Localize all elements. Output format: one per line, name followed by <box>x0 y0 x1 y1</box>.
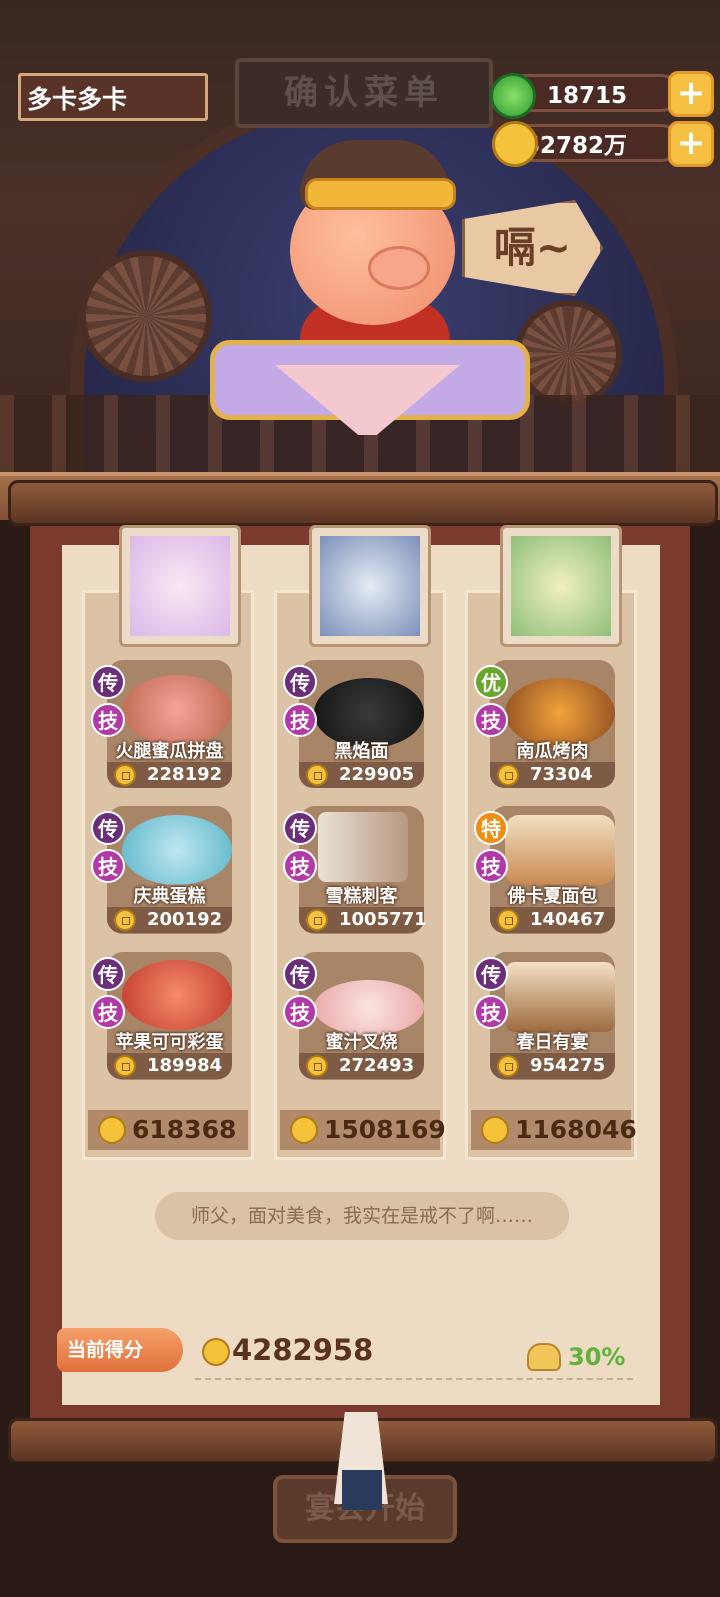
rarity-badge: 传 <box>283 665 317 699</box>
scroll-tassel-cloth <box>342 1470 382 1510</box>
current-score-value: 4282958 <box>232 1333 374 1367</box>
honey-char-siu-image <box>314 980 424 1035</box>
gold-headband <box>305 178 456 210</box>
chef-portrait-3[interactable] <box>503 528 619 644</box>
celebration-cake-image <box>122 815 232 885</box>
dish-name: 雪糕刺客 <box>325 886 398 907</box>
chef-quote-bubble: 师父，面对美食，我实在是戒不了啊…… <box>155 1192 569 1240</box>
skill-badge: 技 <box>283 703 317 737</box>
left-fan-decoration <box>80 250 212 382</box>
player-name-box[interactable]: 多卡多卡 <box>18 73 208 121</box>
right-fan-decoration <box>515 300 622 407</box>
coin-icon <box>306 1055 328 1077</box>
coin-icon <box>306 764 328 786</box>
spring-feast-image <box>505 962 615 1032</box>
rarity-badge: 传 <box>91 957 125 991</box>
rarity-badge: 传 <box>474 957 508 991</box>
dish-name: 黑焰面 <box>334 741 389 762</box>
coin-icon <box>492 121 538 167</box>
bonus-pot-icon <box>527 1343 561 1371</box>
scroll-top-rod <box>8 480 718 526</box>
coin-icon <box>202 1338 230 1366</box>
menu-banner: 确认菜单 <box>235 58 493 128</box>
coin-icon <box>114 764 136 786</box>
coin-icon <box>114 1055 136 1077</box>
coin-icon <box>497 1055 519 1077</box>
skill-badge: 技 <box>474 849 508 883</box>
dish-name: 庆典蛋糕 <box>133 886 206 907</box>
skill-badge: 技 <box>283 995 317 1029</box>
rarity-badge: 传 <box>91 665 125 699</box>
skill-badge: 技 <box>91 849 125 883</box>
rarity-badge: 传 <box>91 811 125 845</box>
add-jade-button[interactable]: + <box>668 71 714 117</box>
rarity-badge: 优 <box>474 665 508 699</box>
rarity-badge: 特 <box>474 811 508 845</box>
chef-portrait-1[interactable] <box>122 528 238 644</box>
skill-badge: 技 <box>474 703 508 737</box>
dish-name: 春日有宴 <box>516 1032 589 1053</box>
coin-icon <box>290 1116 318 1144</box>
skill-badge: 技 <box>283 849 317 883</box>
pig-snout <box>368 246 430 290</box>
coin-icon <box>114 909 136 931</box>
score-bonus-percent: 30% <box>568 1343 626 1371</box>
coin-icon <box>306 909 328 931</box>
dish-name: 佛卡夏面包 <box>507 886 598 907</box>
ham-melon-platter-image <box>122 675 232 745</box>
focaccia-bread-image <box>505 815 615 885</box>
ice-cream-assassin-image <box>318 812 408 882</box>
coin-icon <box>497 909 519 931</box>
chef-portrait-2[interactable] <box>312 528 428 644</box>
apple-cocoa-egg-image <box>122 960 232 1030</box>
skill-badge: 技 <box>474 995 508 1029</box>
dish-name: 蜜汁叉烧 <box>325 1032 398 1053</box>
score-divider <box>195 1378 633 1380</box>
coin-icon <box>98 1116 126 1144</box>
skill-badge: 技 <box>91 703 125 737</box>
current-score-label: 当前得分 <box>57 1328 183 1372</box>
add-coin-button[interactable]: + <box>668 121 714 167</box>
jade-icon <box>490 73 536 119</box>
dish-name: 苹果可可彩蛋 <box>115 1032 224 1053</box>
skill-badge: 技 <box>91 995 125 1029</box>
coin-icon <box>481 1116 509 1144</box>
dish-name: 南瓜烤肉 <box>516 741 589 762</box>
rarity-badge: 传 <box>283 811 317 845</box>
rarity-badge: 传 <box>283 957 317 991</box>
coin-icon <box>497 764 519 786</box>
dish-name: 火腿蜜瓜拼盘 <box>115 741 224 762</box>
